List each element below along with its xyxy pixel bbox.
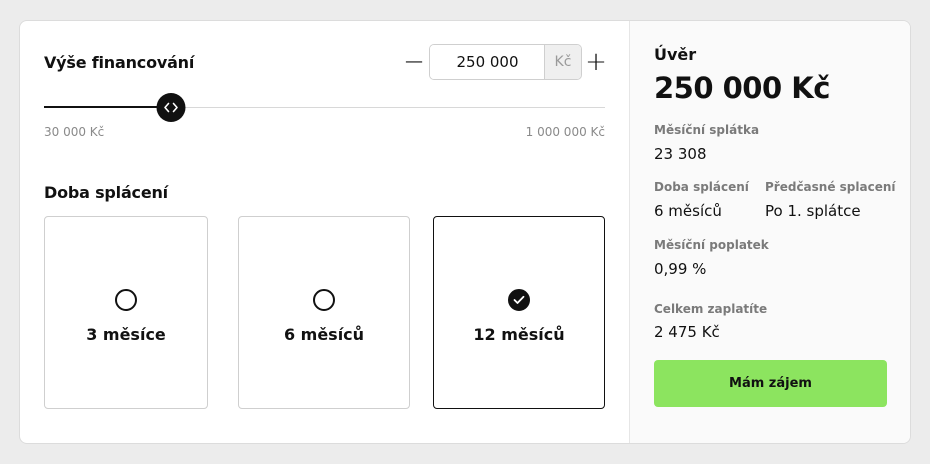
duration-value: 6 měsíců <box>654 202 722 220</box>
early-repayment-label: Předčasné splacení <box>765 180 896 194</box>
amount-field: Kč <box>429 44 582 80</box>
loan-calculator-card: Výše financování − Kč + 30 000 Kč 1 000 … <box>19 20 911 444</box>
arrows-horizontal-icon <box>164 102 178 113</box>
amount-input[interactable] <box>430 45 545 79</box>
slider-max-label: 1 000 000 Kč <box>525 125 605 139</box>
radio-empty-icon <box>115 289 137 311</box>
summary-panel: Úvěr 250 000 Kč Měsíční splátka 23 308 D… <box>629 21 910 443</box>
loan-value: 250 000 Kč <box>654 71 830 105</box>
period-title: Doba splácení <box>44 183 168 202</box>
early-repayment-value: Po 1. splátce <box>765 202 861 220</box>
currency-unit: Kč <box>544 45 581 79</box>
period-option-6[interactable]: 6 měsíců <box>238 216 410 409</box>
slider-fill <box>44 106 171 108</box>
monthly-fee-value: 0,99 % <box>654 260 707 278</box>
loan-label: Úvěr <box>654 45 697 64</box>
monthly-payment-label: Měsíční splátka <box>654 123 760 137</box>
decrease-button[interactable]: − <box>401 44 427 80</box>
period-option-label: 12 měsíců <box>473 325 565 344</box>
calculator-panel: Výše financování − Kč + 30 000 Kč 1 000 … <box>20 21 629 443</box>
period-option-12[interactable]: 12 měsíců <box>433 216 605 409</box>
increase-button[interactable]: + <box>583 44 609 80</box>
monthly-payment-value: 23 308 <box>654 145 707 163</box>
total-label: Celkem zaplatíte <box>654 302 768 316</box>
check-circle-icon <box>508 289 530 311</box>
slider-thumb[interactable] <box>156 93 186 122</box>
period-option-3[interactable]: 3 měsíce <box>44 216 208 409</box>
total-value: 2 475 Kč <box>654 323 720 341</box>
period-option-label: 3 měsíce <box>86 325 166 344</box>
period-options: 3 měsíce 6 měsíců 12 měsíců <box>44 216 605 409</box>
period-option-label: 6 měsíců <box>283 325 365 344</box>
amount-title: Výše financování <box>44 53 195 72</box>
slider-min-label: 30 000 Kč <box>44 125 105 139</box>
monthly-fee-label: Měsíční poplatek <box>654 238 769 252</box>
duration-label: Doba splácení <box>654 180 749 194</box>
radio-empty-icon <box>313 289 335 311</box>
amount-slider[interactable] <box>44 93 605 122</box>
interest-button[interactable]: Mám zájem <box>654 360 887 407</box>
